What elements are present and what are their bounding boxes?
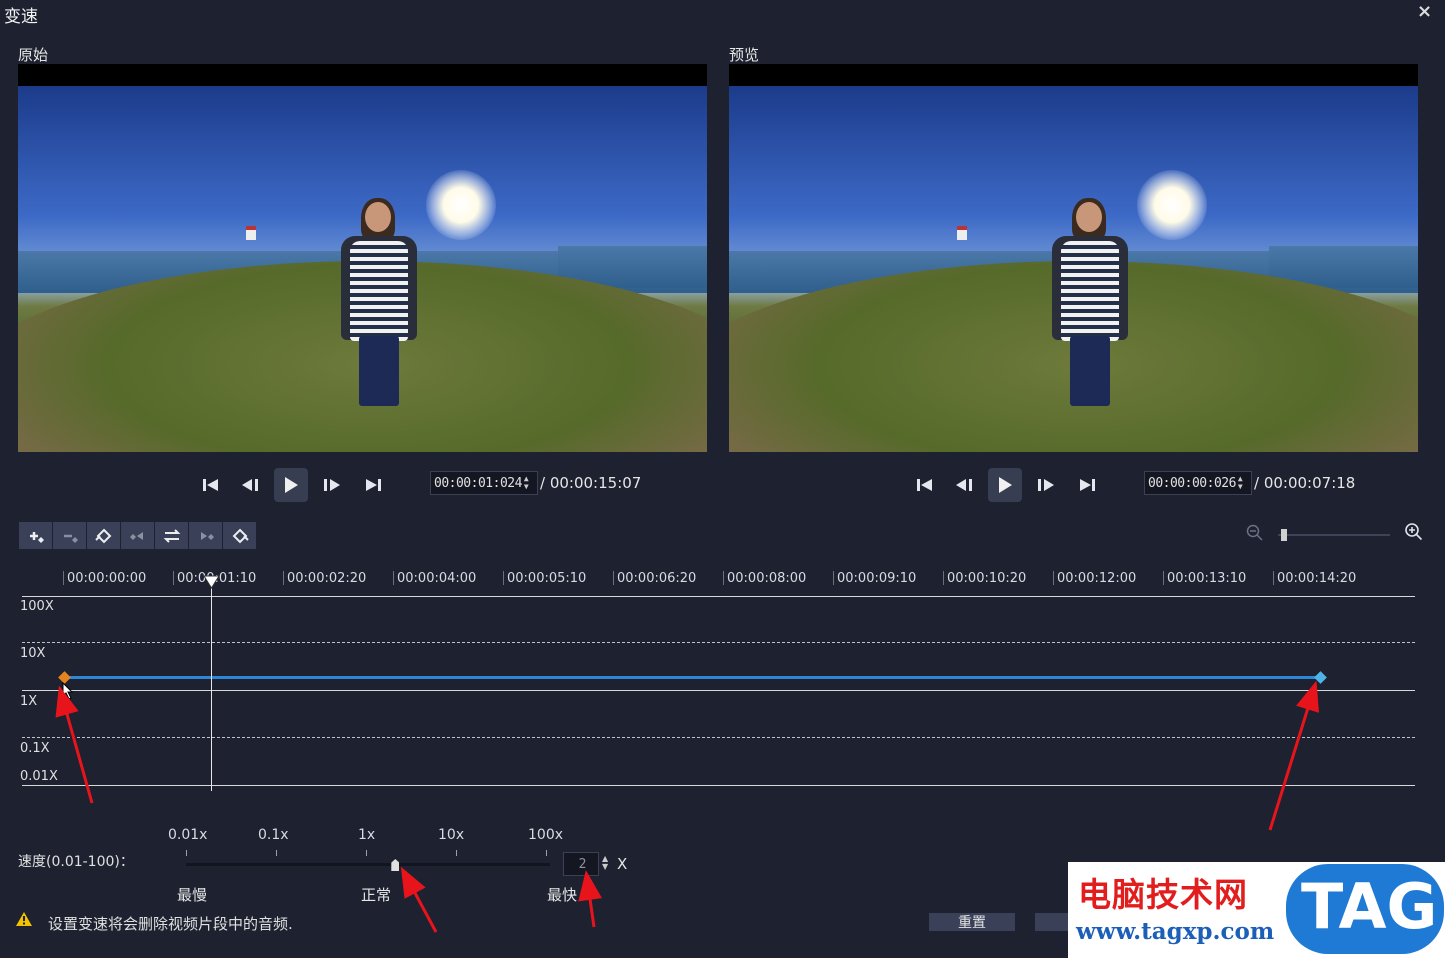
annotation-arrow xyxy=(400,866,438,933)
annotation-arrows xyxy=(55,680,1320,933)
annotation-arrow xyxy=(578,870,603,928)
annotation-arrow xyxy=(1268,680,1320,831)
annotation-arrow xyxy=(55,685,94,804)
